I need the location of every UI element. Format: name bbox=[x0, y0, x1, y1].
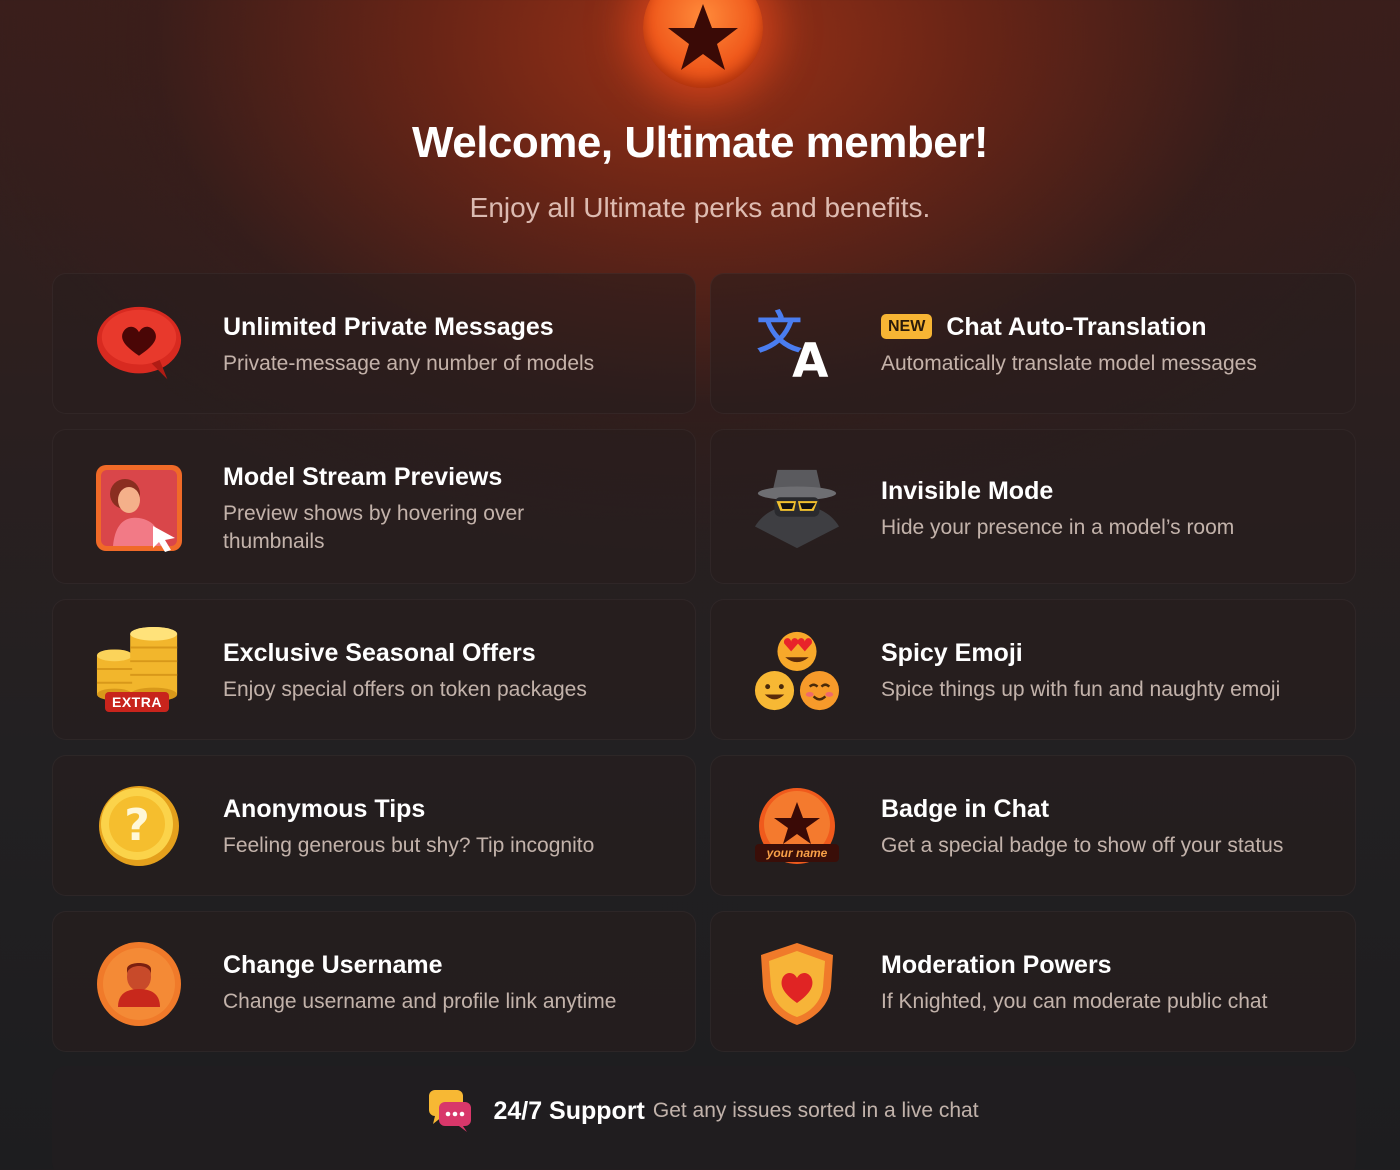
perk-card-badge-in-chat: your name Badge in Chat Get a special ba… bbox=[710, 755, 1356, 896]
translate-icon: 文 A bbox=[753, 300, 841, 388]
perk-desc: Spice things up with fun and naughty emo… bbox=[881, 678, 1281, 701]
coins-icon: EXTRA bbox=[95, 626, 183, 714]
star-badge-icon: your name bbox=[753, 782, 841, 870]
perk-title: Change Username bbox=[223, 951, 443, 979]
question-coin-icon: ? bbox=[95, 782, 183, 870]
stream-preview-icon bbox=[95, 464, 183, 552]
perk-desc: Get a special badge to show off your sta… bbox=[881, 834, 1284, 857]
perk-card-moderation-powers: Moderation Powers If Knighted, you can m… bbox=[710, 911, 1356, 1052]
page-subtitle: Enjoy all Ultimate perks and benefits. bbox=[469, 192, 931, 223]
perk-title: Chat Auto-Translation bbox=[946, 313, 1207, 341]
page-title: Welcome, Ultimate member! bbox=[412, 118, 988, 167]
perk-title: Exclusive Seasonal Offers bbox=[223, 639, 536, 667]
perk-card-invisible-mode: Invisible Mode Hide your presence in a m… bbox=[710, 429, 1356, 584]
perk-desc: If Knighted, you can moderate public cha… bbox=[881, 990, 1268, 1013]
support-title: 24/7 Support bbox=[493, 1096, 645, 1125]
perk-card-anonymous-tips: ? Anonymous Tips Feeling generous but sh… bbox=[52, 755, 696, 896]
spy-icon bbox=[753, 463, 841, 551]
perk-card-exclusive-seasonal-offers: EXTRA Exclusive Seasonal Offers Enjoy sp… bbox=[52, 599, 696, 740]
emoji-icon bbox=[753, 626, 841, 714]
perk-card-model-stream-previews: Model Stream Previews Preview shows by h… bbox=[52, 429, 696, 584]
perk-title: Invisible Mode bbox=[881, 477, 1054, 505]
shield-heart-icon bbox=[753, 940, 841, 1028]
perk-title: Spicy Emoji bbox=[881, 639, 1023, 667]
user-avatar-icon bbox=[95, 940, 183, 1028]
support-desc: Get any issues sorted in a live chat bbox=[652, 1099, 979, 1122]
perk-desc: Hide your presence in a model’s room bbox=[881, 516, 1235, 539]
perk-card-change-username: Change Username Change username and prof… bbox=[52, 911, 696, 1052]
perk-title: Unlimited Private Messages bbox=[223, 313, 554, 341]
perk-desc: Change username and profile link anytime bbox=[223, 990, 617, 1013]
extra-label: EXTRA bbox=[105, 692, 169, 712]
perk-title: Model Stream Previews bbox=[223, 463, 503, 491]
perk-desc: Feeling generous but shy? Tip incognito bbox=[223, 834, 595, 857]
heart-chat-bubble-icon bbox=[95, 300, 183, 388]
perk-desc: Automatically translate model messages bbox=[881, 352, 1257, 375]
perk-card-unlimited-private-messages: Unlimited Private Messages Private-messa… bbox=[52, 273, 696, 414]
perk-title: Badge in Chat bbox=[881, 795, 1050, 823]
svg-text:?: ? bbox=[124, 800, 150, 851]
svg-text:A: A bbox=[792, 334, 829, 384]
support-card: 24/7 Support Get any issues sorted in a … bbox=[52, 1066, 1356, 1170]
perk-title: Anonymous Tips bbox=[223, 795, 426, 823]
perk-card-chat-auto-translation: 文 A NEW Chat Auto-Translation Automatical… bbox=[710, 273, 1356, 414]
your-name-label: your name bbox=[755, 844, 839, 862]
perk-title: Moderation Powers bbox=[881, 951, 1112, 979]
ultimate-star-badge-icon bbox=[643, 0, 763, 88]
chat-bubbles-icon bbox=[429, 1090, 473, 1132]
perk-desc: Enjoy special offers on token packages bbox=[223, 678, 587, 701]
perk-desc: Private-message any number of models bbox=[223, 352, 595, 375]
perk-desc: Preview shows by hovering over thumbnail… bbox=[223, 502, 525, 554]
perk-card-spicy-emoji: Spicy Emoji Spice things up with fun and… bbox=[710, 599, 1356, 740]
new-badge: NEW bbox=[881, 314, 933, 340]
